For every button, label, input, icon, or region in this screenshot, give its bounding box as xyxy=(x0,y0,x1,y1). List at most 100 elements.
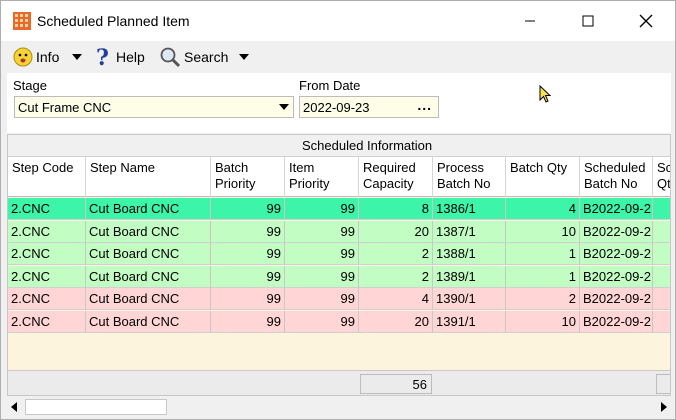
table-row[interactable]: 2.CNC Cut Board CNC 99 99 20 1391/1 10 B2022-09… xyxy=(8,310,670,333)
table-cell[interactable] xyxy=(653,266,670,288)
table-row[interactable]: 2.CNC Cut Board CNC 99 99 2 1388/1 1 B2022-09-2 xyxy=(8,243,670,265)
table-cell[interactable] xyxy=(653,288,670,310)
table-cell[interactable]: B2022-09-2 xyxy=(580,310,653,333)
minimize-icon xyxy=(525,20,535,22)
table-cell[interactable]: 1 xyxy=(506,243,580,265)
table-cell[interactable]: 99 xyxy=(285,220,359,243)
date-picker-button[interactable]: ... xyxy=(417,97,432,113)
table-cell[interactable]: 99 xyxy=(211,288,285,310)
table-cell[interactable]: 10 xyxy=(506,310,580,333)
table-cell[interactable]: 99 xyxy=(211,198,285,220)
table-cell[interactable]: 99 xyxy=(211,220,285,243)
table-cell[interactable]: Cut Board CNC xyxy=(86,220,211,243)
table-cell[interactable]: 1386/1 xyxy=(433,198,506,220)
column-header[interactable]: Batch Priority xyxy=(211,157,285,197)
table-cell[interactable]: 2.CNC xyxy=(8,220,86,243)
table-row[interactable]: 2.CNC Cut Board CNC 99 99 8 1386/1 4 B2022-09-2 xyxy=(8,198,670,220)
table-cell[interactable]: 1387/1 xyxy=(433,220,506,243)
table-cell[interactable]: B2022-09-2 xyxy=(580,220,653,243)
table-cell[interactable]: 1388/1 xyxy=(433,243,506,265)
table-cell[interactable]: B2022-09-2 xyxy=(580,288,653,310)
table-cell[interactable]: 2.CNC xyxy=(8,198,86,220)
table-cell[interactable]: 20 xyxy=(359,220,433,243)
table-cell[interactable]: 2.CNC xyxy=(8,243,86,265)
search-dropdown-arrow[interactable] xyxy=(236,45,252,69)
stage-value: Cut Frame CNC xyxy=(18,100,112,115)
summary-cell xyxy=(656,374,670,394)
table-cell[interactable]: 2.CNC xyxy=(8,288,86,310)
column-header[interactable]: Scheduled Batch No xyxy=(580,157,653,197)
table-cell[interactable]: B2022-09-2 xyxy=(580,198,653,220)
scheduled-grid[interactable]: Scheduled Information Step Code Step Name… xyxy=(7,134,671,396)
table-cell[interactable]: 99 xyxy=(211,243,285,265)
column-header[interactable]: Batch Qty xyxy=(506,157,580,197)
table-cell[interactable]: 4 xyxy=(359,288,433,310)
column-header[interactable]: Step Code xyxy=(8,157,86,197)
scroll-left-icon[interactable] xyxy=(11,402,17,412)
minimize-button[interactable] xyxy=(501,1,559,41)
column-header-line2: Batch No xyxy=(584,176,638,191)
table-row[interactable]: 2.CNC Cut Board CNC 99 99 4 1390/1 2 B2022-09-2 xyxy=(8,288,670,310)
chevron-down-icon[interactable] xyxy=(279,104,289,110)
table-cell[interactable]: 2.CNC xyxy=(8,265,86,288)
table-cell[interactable]: 99 xyxy=(285,265,359,288)
close-icon xyxy=(639,14,653,28)
info-dropdown-arrow[interactable] xyxy=(69,45,85,69)
column-header[interactable]: ScQty xyxy=(653,157,670,197)
column-header-line2: Capacity xyxy=(363,176,414,191)
column-header[interactable]: Process Batch No xyxy=(433,157,506,197)
column-header[interactable]: Required Capacity xyxy=(359,157,433,197)
table-row[interactable]: 2.CNC Cut Board CNC 99 99 20 1387/1 10 B2022-09… xyxy=(8,220,670,243)
table-cell[interactable]: Cut Board CNC xyxy=(86,243,211,265)
table-cell[interactable]: Cut Board CNC xyxy=(86,310,211,333)
search-button[interactable]: Search xyxy=(159,45,228,69)
smiley-icon xyxy=(13,47,33,67)
table-cell[interactable]: 99 xyxy=(285,243,359,265)
from-date-field[interactable]: 2022-09-23 ... xyxy=(299,96,439,118)
table-cell[interactable]: 1391/1 xyxy=(433,310,506,333)
info-button[interactable]: Info xyxy=(13,45,59,69)
table-cell[interactable] xyxy=(653,198,670,220)
table-cell[interactable]: 1 xyxy=(506,265,580,288)
table-cell[interactable]: 99 xyxy=(285,288,359,310)
column-header-line1: Item xyxy=(289,160,315,175)
table-cell[interactable]: Cut Board CNC xyxy=(86,198,211,220)
table-cell[interactable]: 20 xyxy=(359,310,433,333)
column-header-line2: Priority xyxy=(215,176,256,191)
table-cell[interactable]: B2022-09-2 xyxy=(580,265,653,288)
scroll-right-icon[interactable] xyxy=(661,402,667,412)
table-cell[interactable] xyxy=(653,243,670,265)
table-cell[interactable]: Cut Board CNC xyxy=(86,265,211,288)
table-cell[interactable]: 99 xyxy=(285,310,359,333)
maximize-button[interactable] xyxy=(559,1,617,41)
close-button[interactable] xyxy=(617,1,675,41)
scrollbar-thumb[interactable] xyxy=(25,399,167,415)
grid-app-icon xyxy=(13,12,31,30)
table-row[interactable]: 2.CNC Cut Board CNC 99 99 2 1389/1 1 B2022-09-2 xyxy=(8,265,670,288)
table-cell[interactable]: 2 xyxy=(359,265,433,288)
table-cell[interactable]: B2022-09-2 xyxy=(580,243,653,265)
help-label: Help xyxy=(116,49,145,65)
table-cell[interactable]: 1390/1 xyxy=(433,288,506,310)
title-bar[interactable]: Scheduled Planned Item xyxy=(1,1,675,41)
table-cell[interactable]: 1389/1 xyxy=(433,265,506,288)
help-button[interactable]: ? Help xyxy=(95,45,145,69)
table-cell[interactable]: 4 xyxy=(506,198,580,220)
band-title: Scheduled Information xyxy=(302,138,433,153)
scheduled-planned-item-window: Scheduled Planned Item Info ? Help Searc… xyxy=(0,0,676,420)
column-header[interactable]: Step Name xyxy=(86,157,211,197)
table-cell[interactable]: 2 xyxy=(359,243,433,265)
table-cell[interactable] xyxy=(653,221,670,243)
column-header[interactable]: Item Priority xyxy=(285,157,359,197)
table-cell[interactable]: 99 xyxy=(211,265,285,288)
table-cell[interactable]: 99 xyxy=(285,198,359,220)
table-cell[interactable]: 2.CNC xyxy=(8,310,86,333)
table-cell[interactable]: 2 xyxy=(506,288,580,310)
stage-combobox[interactable]: Cut Frame CNC xyxy=(14,96,294,118)
table-cell[interactable]: 10 xyxy=(506,220,580,243)
table-cell[interactable]: 8 xyxy=(359,198,433,220)
table-cell[interactable]: Cut Board CNC xyxy=(86,288,211,310)
table-cell[interactable]: 99 xyxy=(211,310,285,333)
horizontal-scrollbar[interactable] xyxy=(7,397,671,417)
table-cell[interactable] xyxy=(653,311,670,333)
